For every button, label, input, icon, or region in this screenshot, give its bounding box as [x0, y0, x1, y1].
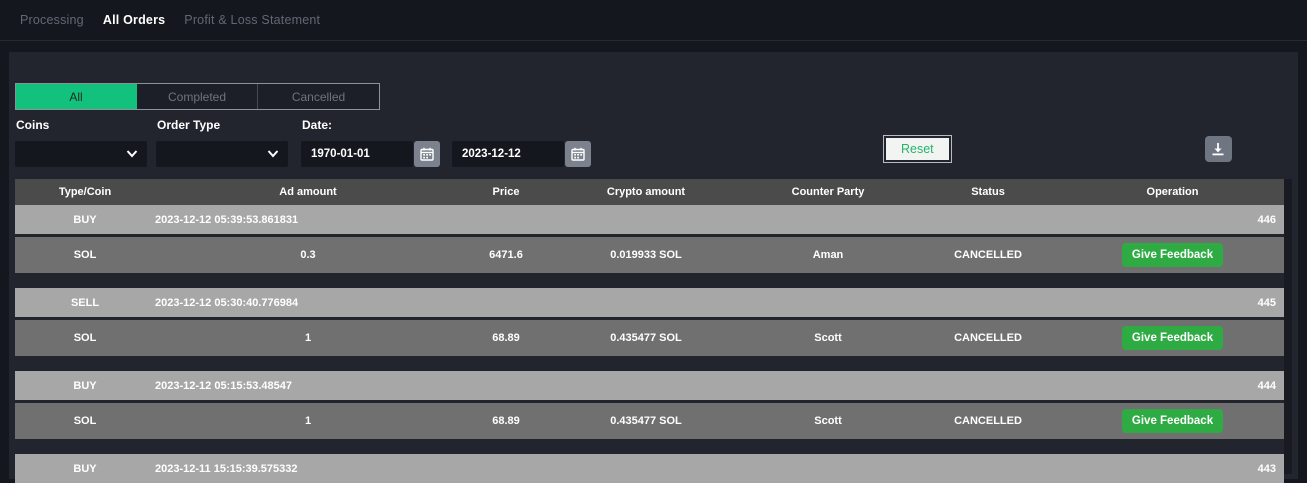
- col-ad-amount: Ad amount: [155, 186, 461, 198]
- status-filter-all[interactable]: All: [16, 84, 137, 109]
- order-data-row: SOL 1 68.89 0.435477 SOL Scott CANCELLED…: [15, 320, 1284, 356]
- order-type: BUY: [15, 380, 155, 392]
- table-scrollbar[interactable]: [1284, 179, 1292, 474]
- order-header-row: BUY 2023-12-12 05:15:53.48547 444: [15, 371, 1284, 400]
- order-crypto-amount: 0.435477 SOL: [551, 332, 741, 344]
- give-feedback-button[interactable]: Give Feedback: [1122, 243, 1223, 267]
- download-button[interactable]: [1205, 136, 1232, 162]
- order-timestamp: 2023-12-12 05:30:40.776984: [155, 297, 461, 309]
- order-price: 68.89: [461, 332, 551, 344]
- table-header-row: Type/Coin Ad amount Price Crypto amount …: [15, 179, 1284, 205]
- status-filter-group: All Completed Cancelled: [15, 83, 380, 110]
- order-group-446: BUY 2023-12-12 05:39:53.861831 446 SOL 0…: [15, 205, 1284, 273]
- order-type-select[interactable]: [156, 141, 288, 167]
- order-type: BUY: [15, 214, 155, 226]
- give-feedback-button[interactable]: Give Feedback: [1122, 326, 1223, 350]
- orders-panel: All Completed Cancelled Coins Order Type: [9, 52, 1298, 479]
- order-ad-amount: 1: [155, 415, 461, 427]
- order-status: CANCELLED: [915, 415, 1061, 427]
- order-group-444: BUY 2023-12-12 05:15:53.48547 444 SOL 1 …: [15, 371, 1284, 439]
- order-type-label: Order Type: [157, 118, 288, 134]
- order-header-row: SELL 2023-12-12 05:30:40.776984 445: [15, 288, 1284, 317]
- order-ad-amount: 1: [155, 332, 461, 344]
- date-label: Date:: [302, 118, 440, 134]
- status-filter-cancelled[interactable]: Cancelled: [258, 84, 379, 109]
- calendar-icon: [420, 147, 434, 161]
- col-crypto-amount: Crypto amount: [551, 186, 741, 198]
- give-feedback-button[interactable]: Give Feedback: [1122, 409, 1223, 433]
- order-data-row: SOL 1 68.89 0.435477 SOL Scott CANCELLED…: [15, 403, 1284, 439]
- top-nav: Processing All Orders Profit & Loss Stat…: [0, 0, 1307, 41]
- order-timestamp: 2023-12-11 15:15:39.575332: [155, 463, 461, 475]
- tab-all-orders[interactable]: All Orders: [103, 13, 165, 27]
- order-price: 68.89: [461, 415, 551, 427]
- date-to-input[interactable]: [452, 141, 564, 167]
- order-price: 6471.6: [461, 249, 551, 261]
- tab-profit-loss[interactable]: Profit & Loss Statement: [184, 13, 320, 27]
- order-number: 446: [1061, 214, 1284, 226]
- order-data-row: SOL 0.3 6471.6 0.019933 SOL Aman CANCELL…: [15, 237, 1284, 273]
- orders-table-wrap: Type/Coin Ad amount Price Crypto amount …: [15, 179, 1292, 474]
- orders-table: Type/Coin Ad amount Price Crypto amount …: [15, 179, 1284, 474]
- order-status: CANCELLED: [915, 332, 1061, 344]
- order-number: 445: [1061, 297, 1284, 309]
- date-to-calendar-button[interactable]: [565, 141, 591, 167]
- reset-button[interactable]: Reset: [886, 138, 949, 160]
- col-operation: Operation: [1061, 186, 1284, 198]
- coins-select[interactable]: [15, 141, 147, 167]
- order-counter-party: Scott: [741, 415, 915, 427]
- order-coin: SOL: [15, 249, 155, 261]
- order-number: 444: [1061, 380, 1284, 392]
- order-status: CANCELLED: [915, 249, 1061, 261]
- calendar-icon: [571, 147, 585, 161]
- order-type: SELL: [15, 297, 155, 309]
- chevron-down-icon: [267, 149, 279, 158]
- order-crypto-amount: 0.019933 SOL: [551, 249, 741, 261]
- order-counter-party: Scott: [741, 332, 915, 344]
- tab-processing[interactable]: Processing: [20, 13, 84, 27]
- order-header-row: BUY 2023-12-12 05:39:53.861831 446: [15, 205, 1284, 234]
- col-type-coin: Type/Coin: [15, 186, 155, 198]
- reset-button-frame: Reset: [883, 135, 952, 163]
- coins-label: Coins: [16, 118, 147, 134]
- col-price: Price: [461, 186, 551, 198]
- order-crypto-amount: 0.435477 SOL: [551, 415, 741, 427]
- date-to-spacer: [453, 118, 591, 134]
- order-group-445: SELL 2023-12-12 05:30:40.776984 445 SOL …: [15, 288, 1284, 356]
- order-coin: SOL: [15, 415, 155, 427]
- order-number: 443: [1061, 463, 1284, 475]
- order-coin: SOL: [15, 332, 155, 344]
- col-status: Status: [915, 186, 1061, 198]
- download-icon: [1211, 142, 1225, 156]
- order-timestamp: 2023-12-12 05:39:53.861831: [155, 214, 461, 226]
- filters-row: Coins Order Type Date:: [15, 118, 1292, 167]
- date-from-input[interactable]: [301, 141, 413, 167]
- col-counter-party: Counter Party: [741, 186, 915, 198]
- order-type: BUY: [15, 463, 155, 475]
- chevron-down-icon: [126, 149, 138, 158]
- status-filter-completed[interactable]: Completed: [137, 84, 258, 109]
- order-counter-party: Aman: [741, 249, 915, 261]
- order-ad-amount: 0.3: [155, 249, 461, 261]
- date-from-calendar-button[interactable]: [414, 141, 440, 167]
- order-timestamp: 2023-12-12 05:15:53.48547: [155, 380, 461, 392]
